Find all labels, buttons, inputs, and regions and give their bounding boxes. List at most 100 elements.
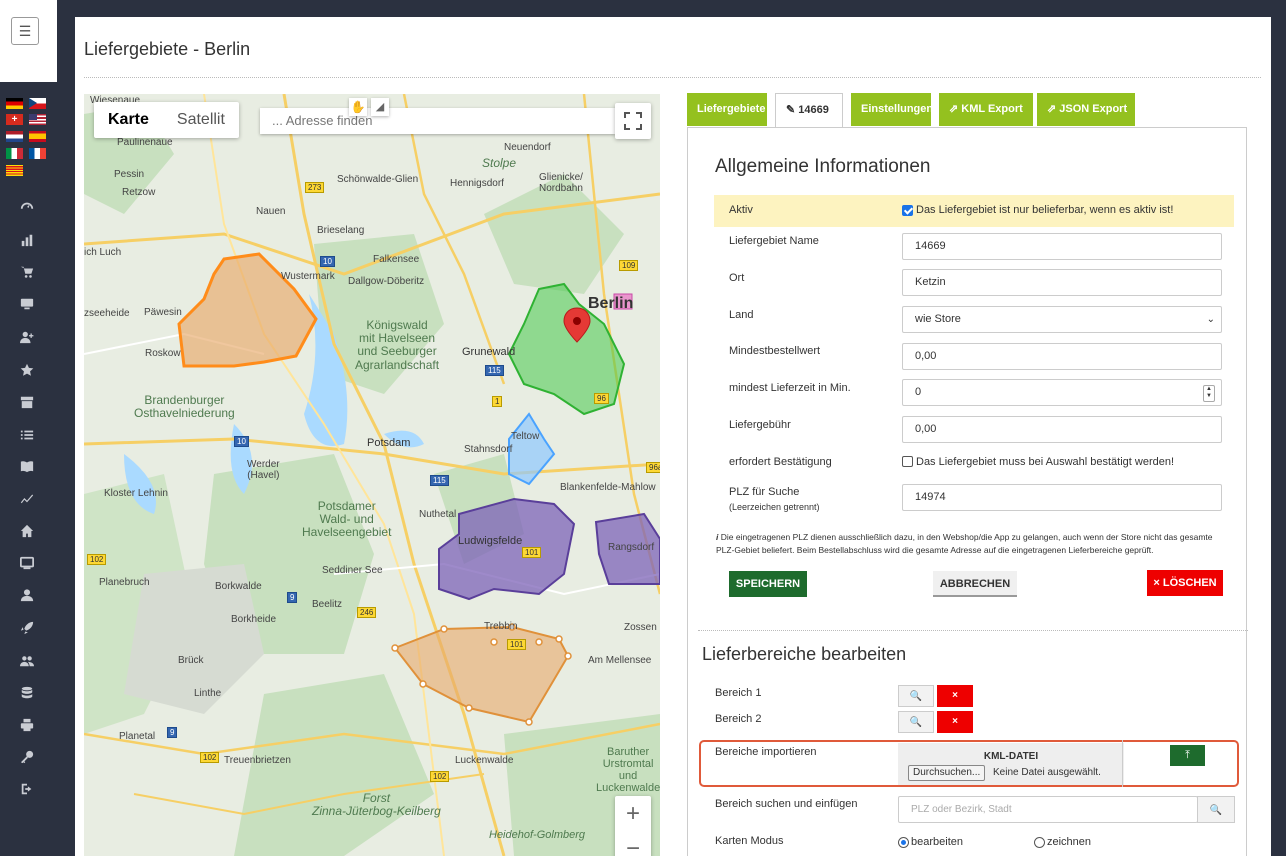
road-shield: 102 [87, 554, 107, 565]
printer-icon[interactable] [19, 717, 35, 733]
database-icon[interactable] [19, 685, 35, 701]
road-shield: 102 [200, 752, 220, 763]
tab-einstellungen[interactable]: Einstellungen [851, 93, 933, 126]
flag-cz[interactable] [29, 98, 46, 109]
road-shield: 10 [234, 436, 249, 447]
mode-draw-radio[interactable] [1034, 837, 1045, 848]
chevron-down-icon: ⌄ [1206, 314, 1215, 325]
ort-input[interactable]: Ketzin [902, 269, 1222, 296]
road-shield: 96 [594, 393, 609, 404]
user-icon[interactable] [19, 587, 35, 603]
address-search-input[interactable]: ... Adresse finden [260, 108, 615, 134]
users-icon[interactable] [19, 653, 35, 669]
area-search-input[interactable]: PLZ oder Bezirk, Stadt [898, 796, 1198, 823]
road-shield: 115 [430, 475, 449, 486]
land-label: Land [729, 309, 754, 321]
hamburger-button[interactable]: ☰ [11, 17, 39, 45]
road-shield: 10 [320, 256, 335, 267]
list-icon[interactable] [19, 427, 35, 443]
flag-nl[interactable] [6, 131, 23, 142]
star-icon[interactable] [19, 362, 35, 378]
delete-button[interactable]: × LÖSCHEN [1147, 570, 1223, 596]
stepper-icon[interactable]: ▲ ▼ [1203, 385, 1215, 402]
bereich1-delete-button[interactable]: × [937, 685, 973, 707]
map-label: Roskow [145, 348, 181, 359]
map[interactable]: Wiesenaue Paulinenaue Pessin Retzow Naue… [84, 94, 660, 856]
tab-edit[interactable]: ✎ 14669 [775, 93, 843, 127]
area-search-button[interactable]: 🔍 [1197, 796, 1235, 823]
bereich2-search-button[interactable]: 🔍 [898, 711, 934, 733]
flag-it[interactable] [6, 148, 23, 159]
menu-toggle-area: ☰ [0, 0, 57, 82]
name-input[interactable]: 14669 [902, 233, 1222, 260]
chart-icon[interactable] [19, 232, 35, 248]
map-label: Falkensee [373, 254, 420, 265]
flag-fr[interactable] [29, 148, 46, 159]
user-plus-icon[interactable] [19, 329, 35, 345]
plz-label: PLZ für Suche [729, 486, 800, 498]
tab-json-export[interactable]: ⇗ JSON Export [1037, 93, 1135, 126]
map-label: Borkheide [231, 614, 277, 625]
key-icon[interactable] [19, 749, 35, 765]
edit-panel: Allgemeine Informationen Aktiv Das Liefe… [687, 127, 1248, 856]
road-shield: 1 [492, 396, 503, 407]
mode-edit-label: bearbeiten [911, 836, 963, 848]
close-icon: × [952, 716, 958, 727]
map-type-karte[interactable]: Karte [94, 102, 163, 138]
road-shield: 101 [522, 547, 542, 558]
archive-icon[interactable] [19, 394, 35, 410]
map-label: Seddiner See [322, 565, 383, 576]
flag-ca[interactable] [6, 165, 23, 176]
flag-de[interactable] [6, 98, 23, 109]
zoom-out-button[interactable]: − [615, 831, 651, 856]
map-label: Heidehof-Golmberg [489, 829, 585, 841]
land-select[interactable]: wie Store ⌄ [902, 306, 1222, 333]
map-label: Ludwigsfelde [458, 535, 523, 547]
search-icon: 🔍 [909, 717, 923, 728]
trend-icon[interactable] [19, 490, 35, 506]
map-type-satellit[interactable]: Satellit [163, 102, 239, 138]
home-icon[interactable] [19, 523, 35, 539]
search-area-label: Bereich suchen und einfügen [715, 798, 858, 810]
flag-es[interactable] [29, 131, 46, 142]
flag-us[interactable] [29, 114, 46, 125]
bestaetigung-checkbox[interactable] [902, 456, 913, 467]
monitor-icon[interactable] [19, 296, 35, 312]
polygon-tool-icon[interactable]: ◢ [371, 98, 389, 116]
logout-icon[interactable] [19, 781, 35, 797]
mode-draw-label: zeichnen [1047, 836, 1092, 848]
map-label: Stahnsdorf [464, 444, 513, 455]
upload-button[interactable]: ⤒ [1170, 745, 1205, 766]
map-label: Wustermark [281, 271, 335, 282]
gebuehr-label: Liefergebühr [729, 419, 791, 431]
bereich2-delete-button[interactable]: × [937, 711, 973, 733]
tab-kml-export[interactable]: ⇗ KML Export [939, 93, 1033, 126]
rocket-icon[interactable] [19, 620, 35, 636]
gebuehr-input[interactable]: 0,00 [902, 416, 1222, 443]
lieferzeit-input[interactable]: 0 ▲ ▼ [902, 379, 1222, 406]
mbw-input[interactable]: 0,00 [902, 343, 1222, 370]
display-icon[interactable] [19, 555, 35, 571]
hand-tool-icon[interactable]: ✋ [349, 98, 367, 116]
mode-edit-radio[interactable] [898, 837, 909, 848]
bereich1-search-button[interactable]: 🔍 [898, 685, 934, 707]
tab-liefergebiete[interactable]: Liefergebiete [687, 93, 767, 126]
map-label: Werder (Havel) [247, 459, 280, 481]
map-label: Schönwalde-Glien [337, 174, 419, 185]
save-button[interactable]: SPEICHERN [729, 571, 807, 597]
flag-ch[interactable]: + [6, 114, 23, 125]
book-icon[interactable] [19, 458, 35, 474]
map-label: Glienicke/ Nordbahn [539, 172, 583, 194]
dashboard-icon[interactable] [19, 199, 35, 215]
plz-input[interactable]: 14974 [902, 484, 1222, 511]
map-label: zseeheide [84, 308, 130, 319]
aktiv-checkbox[interactable] [902, 205, 913, 216]
aktiv-label: Aktiv [729, 204, 753, 216]
map-label: Rangsdorf [608, 542, 655, 553]
cancel-button[interactable]: ABBRECHEN [933, 571, 1017, 597]
zoom-in-button[interactable]: + [615, 796, 651, 831]
map-label: Hennigsdorf [450, 178, 504, 189]
fullscreen-button[interactable] [615, 103, 651, 139]
cart-icon[interactable] [19, 264, 35, 280]
upload-icon: ⤒ [1185, 749, 1190, 761]
